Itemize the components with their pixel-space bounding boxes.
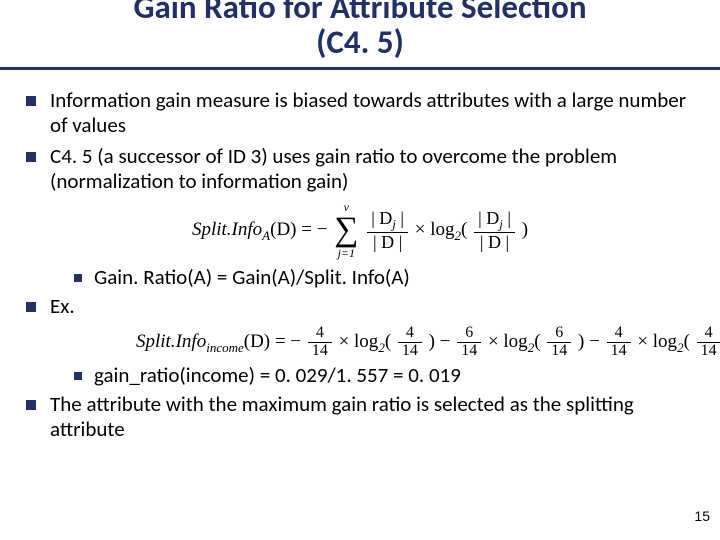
ef1bn: 4 (402, 325, 418, 342)
fraction-1: | Dj | | D | (367, 209, 408, 251)
square-bullet-icon (26, 152, 36, 162)
m-sub: A (262, 228, 270, 243)
ex-frac-1: 4 14 (308, 325, 332, 360)
ex-o3: ( (684, 331, 690, 352)
frac2-num: | Dj | (474, 209, 515, 231)
bullet-4: The attribute with the maximum gain rati… (26, 392, 694, 442)
ex-sub: income (206, 339, 244, 354)
ex-c1: ) (429, 331, 435, 352)
ex-frac-1b: 4 14 (398, 325, 422, 360)
bullet-2a: Gain. Ratio(A) = Gain(A)/Split. Info(A) (74, 265, 694, 290)
page-number: 15 (694, 508, 710, 524)
slide-body: Information gain measure is biased towar… (0, 78, 720, 441)
square-bullet-icon (74, 372, 82, 380)
square-bullet-icon (26, 302, 36, 312)
ef3n: 4 (611, 325, 627, 342)
bullet-1: Information gain measure is biased towar… (26, 88, 694, 138)
bullet-3-text: Ex. (50, 294, 694, 319)
ex-log1: × log (339, 331, 379, 352)
m-open: ( (461, 219, 467, 240)
ex-log2: × log (488, 331, 528, 352)
ef1n: 4 (312, 325, 328, 342)
ex-o1: ( (385, 331, 391, 352)
fraction-2: | Dj | | D | (474, 209, 515, 251)
ef3bd: 14 (697, 343, 720, 360)
bullet-2-text: C4. 5 (a successor of ID 3) uses gain ra… (50, 144, 694, 194)
m-num-a: | D (371, 208, 392, 228)
formula-splitinfo-math: Split.InfoA(D) = − v ∑ j=1 | Dj | | D | … (192, 219, 528, 240)
bullet-3a: gain_ratio(income) = 0. 029/1. 557 = 0. … (74, 363, 694, 388)
sigma-lower: j=1 (338, 247, 355, 259)
ex-arg: (D) = − (244, 331, 301, 352)
bullet-3a-text: gain_ratio(income) = 0. 029/1. 557 = 0. … (94, 363, 694, 388)
m-fn: Split.Info (192, 219, 262, 240)
square-bullet-icon (26, 400, 36, 410)
title-line2: (C4. 5) (40, 25, 680, 60)
ef3d: 14 (607, 343, 631, 360)
ex-frac-2b: 6 14 (547, 325, 571, 360)
bullet-4-text: The attribute with the maximum gain rati… (50, 392, 694, 442)
frac2-den: | D | (476, 233, 513, 252)
m2-num-a: | D (478, 208, 499, 228)
ex-frac-2: 6 14 (457, 325, 481, 360)
m-log: × log (415, 219, 455, 240)
ef2n: 6 (461, 325, 477, 342)
ef1d: 14 (308, 343, 332, 360)
formula-example: Split.Infoincome(D) = − 4 14 × log2( 4 1… (136, 325, 694, 360)
ef1bd: 14 (398, 343, 422, 360)
m2-num-b: | (503, 208, 511, 228)
ex-o2: ( (534, 331, 540, 352)
formula-splitinfo: Split.InfoA(D) = − v ∑ j=1 | Dj | | D | … (26, 201, 694, 259)
bullet-1-text: Information gain measure is biased towar… (50, 88, 694, 138)
ex-log3: × log (637, 331, 677, 352)
bullet-2a-text: Gain. Ratio(A) = Gain(A)/Split. Info(A) (94, 265, 694, 290)
sigma-icon: v ∑ j=1 (334, 201, 358, 259)
slide-title: Gain Ratio for Attribute Selection (C4. … (0, 0, 720, 65)
slide: Gain Ratio for Attribute Selection (C4. … (0, 0, 720, 530)
ex-minus1: − (440, 331, 455, 352)
bullet-3: Ex. (26, 294, 694, 319)
ex-frac-3b: 4 14 (697, 325, 720, 360)
title-rule (0, 67, 720, 70)
ex-c2: ) (578, 331, 584, 352)
frac-den: | D | (369, 233, 406, 252)
ex-fn: Split.Info (136, 331, 206, 352)
ef3bn: 4 (701, 325, 717, 342)
bullet-2: C4. 5 (a successor of ID 3) uses gain ra… (26, 144, 694, 194)
square-bullet-icon (74, 274, 82, 282)
ef2bd: 14 (547, 343, 571, 360)
m-num-b: | (396, 208, 404, 228)
ex-frac-3: 4 14 (607, 325, 631, 360)
ef2bn: 6 (551, 325, 567, 342)
formula-example-math: Split.Infoincome(D) = − 4 14 × log2( 4 1… (136, 331, 720, 352)
ef2d: 14 (457, 343, 481, 360)
m-close: ) (522, 219, 528, 240)
ex-minus2: − (589, 331, 604, 352)
sigma-sign: ∑ (334, 213, 358, 247)
m-arg: (D) = − (270, 219, 327, 240)
frac-num: | Dj | (367, 209, 408, 231)
square-bullet-icon (26, 96, 36, 106)
